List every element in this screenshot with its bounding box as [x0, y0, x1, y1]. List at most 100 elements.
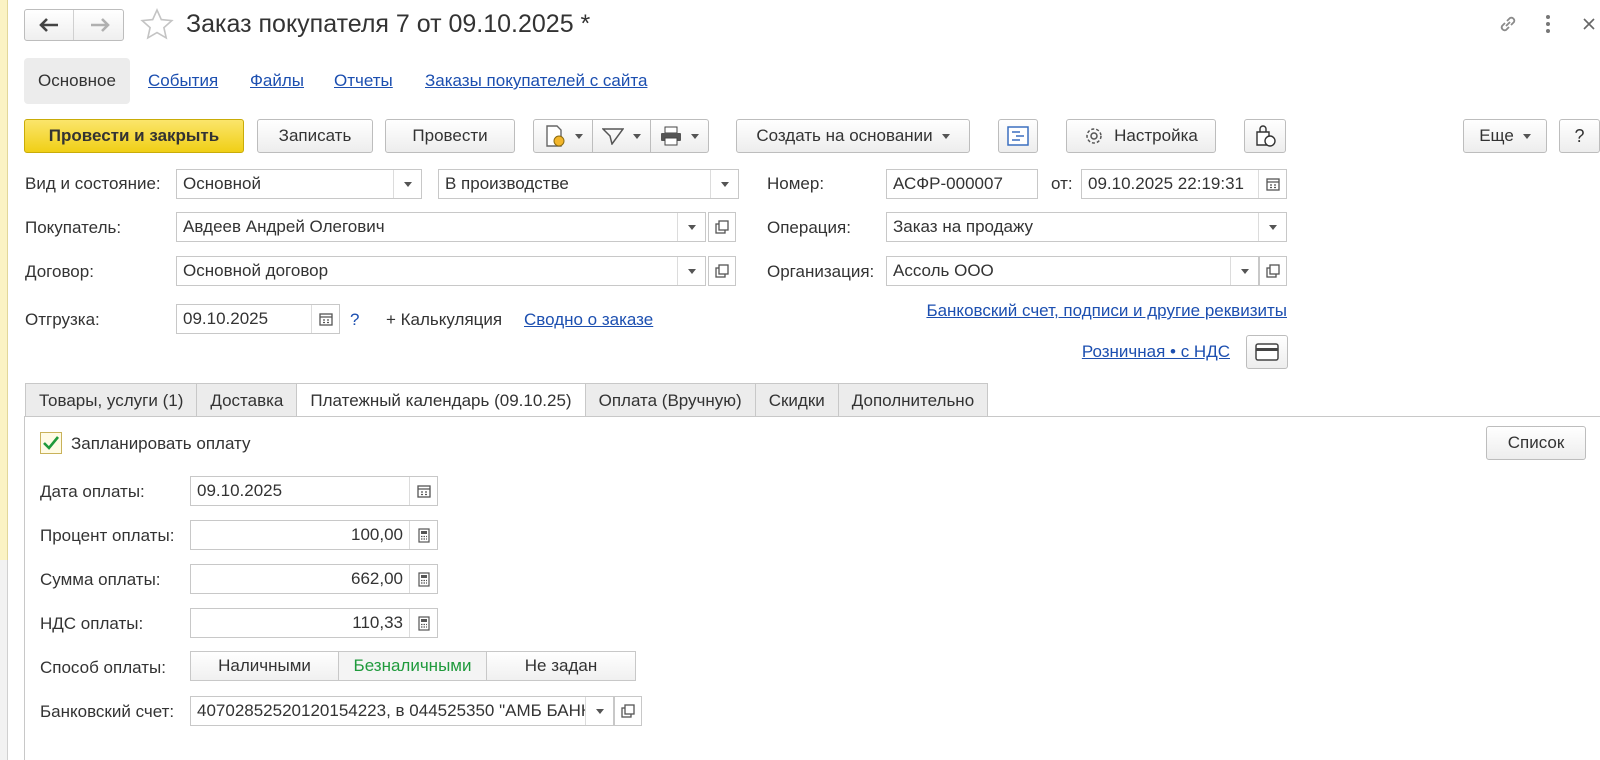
send-icon — [602, 128, 624, 145]
order-summary-link[interactable]: Сводно о заказе — [524, 310, 653, 330]
organization-field[interactable]: Ассоль ООО — [886, 256, 1259, 286]
link-icon[interactable] — [1496, 12, 1520, 36]
tab-files[interactable]: Файлы — [250, 58, 304, 104]
print-menu-button[interactable] — [651, 119, 709, 153]
dropdown-arrow-icon[interactable] — [677, 257, 705, 285]
more-vertical-icon[interactable] — [1536, 12, 1560, 36]
calendar-icon[interactable] — [409, 477, 437, 505]
open-contract-button[interactable] — [708, 256, 736, 286]
buyer-field[interactable]: Авдеев Андрей Олегович — [176, 212, 706, 242]
plan-payment-checkbox[interactable] — [40, 432, 62, 454]
more-label: Еще — [1479, 126, 1514, 145]
calculator-icon[interactable] — [409, 521, 437, 549]
kind-select[interactable]: Основной — [176, 169, 422, 199]
documents-menu-button[interactable] — [533, 119, 593, 153]
shipment-label: Отгрузка: — [25, 310, 100, 329]
gear-icon — [1086, 128, 1102, 144]
tab-site-orders[interactable]: Заказы покупателей с сайта — [425, 58, 647, 104]
open-buyer-button[interactable] — [708, 212, 736, 242]
dropdown-arrow-icon[interactable] — [585, 697, 613, 725]
close-icon[interactable] — [1580, 12, 1598, 36]
calendar-icon[interactable] — [311, 305, 339, 333]
tab-events[interactable]: События — [148, 58, 218, 104]
back-button[interactable] — [25, 10, 74, 40]
payment-vat-value: 110,33 — [352, 613, 403, 632]
method-cashless-option[interactable]: Безналичными — [339, 652, 487, 680]
bank-account-field[interactable]: 40702852520120154223, в 044525350 "АМБ Б… — [190, 696, 614, 726]
tab-payment-manual[interactable]: Оплата (Вручную) — [584, 383, 755, 417]
payment-vat-field[interactable]: 110,33 — [190, 608, 438, 638]
payment-percent-field[interactable]: 100,00 — [190, 520, 438, 550]
operation-label: Операция: — [767, 218, 851, 237]
dropdown-arrow-icon[interactable] — [393, 170, 421, 198]
help-button[interactable]: ? — [1559, 119, 1600, 153]
payment-vat-label: НДС оплаты: — [40, 614, 144, 633]
dropdown-arrow-icon[interactable] — [1258, 213, 1286, 241]
shipment-help-link[interactable]: ? — [350, 310, 359, 330]
document-date-value: 09.10.2025 22:19:31 — [1088, 174, 1244, 193]
chevron-down-icon — [1522, 133, 1531, 139]
tab-panel-left-border — [24, 416, 25, 760]
save-button[interactable]: Записать — [257, 119, 373, 153]
settings-label: Настройка — [1114, 126, 1198, 145]
chevron-down-icon — [941, 133, 950, 139]
operation-select[interactable]: Заказ на продажу — [886, 212, 1287, 242]
list-button[interactable]: Список — [1486, 426, 1586, 460]
open-organization-button[interactable] — [1259, 256, 1287, 286]
method-cash-option[interactable]: Наличными — [191, 652, 339, 680]
chevron-down-icon — [633, 133, 641, 139]
create-based-on-button[interactable]: Создать на основании — [736, 119, 970, 153]
payment-sum-value: 662,00 — [351, 569, 403, 588]
state-select[interactable]: В производстве — [438, 169, 739, 199]
calendar-icon[interactable] — [1258, 170, 1286, 198]
tab-goods-services[interactable]: Товары, услуги (1) — [25, 383, 197, 417]
bank-account-label: Банковский счет: — [40, 702, 175, 721]
price-type-link[interactable]: Розничная • с НДС — [1082, 342, 1230, 362]
calculation-button[interactable]: + Калькуляция — [386, 310, 502, 330]
tab-discounts[interactable]: Скидки — [754, 383, 838, 417]
structure-button[interactable] — [998, 119, 1038, 153]
calculator-icon[interactable] — [409, 609, 437, 637]
tab-delivery[interactable]: Доставка — [196, 383, 297, 417]
payment-method-label: Способ оплаты: — [40, 658, 166, 677]
tab-payment-calendar[interactable]: Платежный календарь (09.10.25) — [296, 383, 585, 417]
open-icon — [715, 264, 729, 278]
organization-label: Организация: — [767, 262, 875, 281]
tab-reports[interactable]: Отчеты — [334, 58, 393, 104]
bag-globe-icon — [1256, 125, 1276, 147]
payment-card-button[interactable] — [1246, 335, 1288, 369]
toolbar-group — [533, 119, 709, 153]
payment-sum-field[interactable]: 662,00 — [190, 564, 438, 594]
document-date-field[interactable]: 09.10.2025 22:19:31 — [1081, 169, 1287, 199]
tab-main[interactable]: Основное — [24, 58, 130, 104]
printer-icon — [661, 126, 681, 146]
settings-button[interactable]: Настройка — [1066, 119, 1216, 153]
open-icon — [621, 704, 635, 718]
contract-field[interactable]: Основной договор — [176, 256, 706, 286]
payment-date-field[interactable]: 09.10.2025 — [190, 476, 438, 506]
post-button[interactable]: Провести — [385, 119, 515, 153]
bank-details-link[interactable]: Банковский счет, подписи и другие реквиз… — [926, 301, 1287, 321]
dropdown-arrow-icon[interactable] — [710, 170, 738, 198]
number-field[interactable]: АСФР-000007 — [886, 169, 1038, 199]
more-button[interactable]: Еще — [1463, 119, 1547, 153]
calculator-icon[interactable] — [409, 565, 437, 593]
shipment-date-value: 09.10.2025 — [183, 309, 269, 328]
send-menu-button[interactable] — [593, 119, 651, 153]
tab-additional[interactable]: Дополнительно — [837, 383, 989, 417]
open-bank-account-button[interactable] — [614, 696, 642, 726]
dropdown-arrow-icon[interactable] — [677, 213, 705, 241]
left-panel-edge-lower — [0, 560, 8, 760]
dropdown-arrow-icon[interactable] — [1230, 257, 1258, 285]
plan-payment-label[interactable]: Запланировать оплату — [71, 434, 251, 454]
method-unset-option[interactable]: Не задан — [487, 652, 635, 680]
nav-buttons — [24, 9, 124, 41]
post-and-close-button[interactable]: Провести и закрыть — [24, 119, 244, 153]
favorite-star-icon[interactable] — [139, 7, 175, 43]
payment-sum-label: Сумма оплаты: — [40, 570, 161, 589]
shipment-date-field[interactable]: 09.10.2025 — [176, 304, 340, 334]
organization-value: Ассоль ООО — [893, 261, 994, 280]
access-button[interactable] — [1244, 119, 1286, 153]
forward-button[interactable] — [75, 10, 124, 40]
page-title: Заказ покупателя 7 от 09.10.2025 * — [186, 10, 591, 38]
